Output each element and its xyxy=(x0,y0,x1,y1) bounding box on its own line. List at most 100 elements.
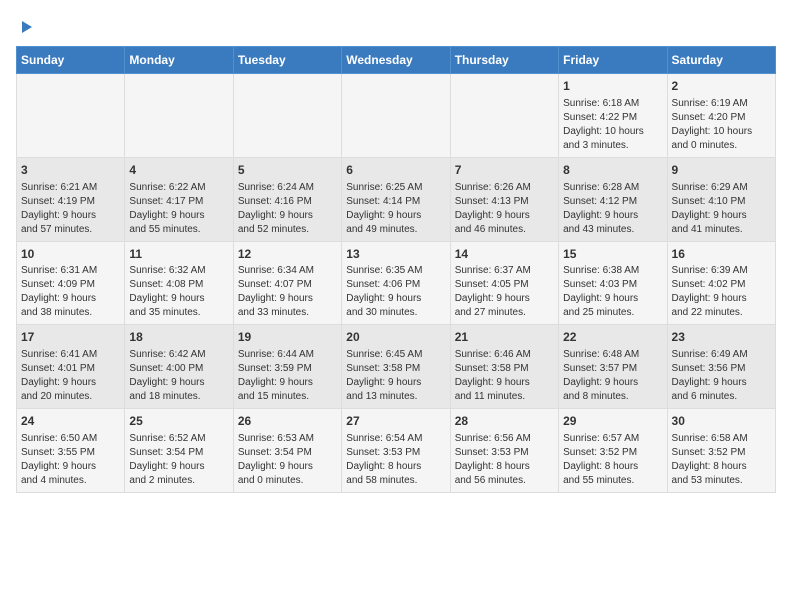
header-sunday: Sunday xyxy=(17,47,125,74)
day-number: 6 xyxy=(346,162,445,179)
day-info: Sunrise: 6:18 AMSunset: 4:22 PMDaylight:… xyxy=(563,97,662,153)
calendar-cell: 9 Sunrise: 6:29 AMSunset: 4:10 PMDaylight… xyxy=(667,157,775,241)
day-info: Sunrise: 6:26 AMSunset: 4:13 PMDaylight:… xyxy=(455,181,554,237)
calendar-cell xyxy=(17,74,125,158)
calendar-cell: 4 Sunrise: 6:22 AMSunset: 4:17 PMDaylight… xyxy=(125,157,233,241)
day-info: Sunrise: 6:39 AMSunset: 4:02 PMDaylight:… xyxy=(672,264,771,320)
day-number: 2 xyxy=(672,78,771,95)
day-info: Sunrise: 6:45 AMSunset: 3:58 PMDaylight:… xyxy=(346,348,445,404)
day-number: 29 xyxy=(563,413,662,430)
week-row-1: 3Sunrise: 6:21 AMSunset: 4:19 PMDaylight… xyxy=(17,157,776,241)
calendar-header-row: SundayMondayTuesdayWednesdayThursdayFrid… xyxy=(17,47,776,74)
day-number: 9 xyxy=(672,162,771,179)
header-wednesday: Wednesday xyxy=(342,47,450,74)
day-info: Sunrise: 6:35 AMSunset: 4:06 PMDaylight:… xyxy=(346,264,445,320)
day-number: 7 xyxy=(455,162,554,179)
day-number: 11 xyxy=(129,246,228,263)
day-info: Sunrise: 6:57 AMSunset: 3:52 PMDaylight:… xyxy=(563,432,662,488)
day-number: 22 xyxy=(563,329,662,346)
calendar-cell: 14Sunrise: 6:37 AMSunset: 4:05 PMDayligh… xyxy=(450,241,558,325)
calendar-cell: 3Sunrise: 6:21 AMSunset: 4:19 PMDaylight… xyxy=(17,157,125,241)
day-number: 15 xyxy=(563,246,662,263)
calendar-cell: 8 Sunrise: 6:28 AMSunset: 4:12 PMDaylight… xyxy=(559,157,667,241)
day-info: Sunrise: 6:52 AMSunset: 3:54 PMDaylight:… xyxy=(129,432,228,488)
header-monday: Monday xyxy=(125,47,233,74)
calendar-cell: 18 Sunrise: 6:42 AMSunset: 4:00 PMDayligh… xyxy=(125,325,233,409)
day-info: Sunrise: 6:53 AMSunset: 3:54 PMDaylight:… xyxy=(238,432,337,488)
page-header xyxy=(16,16,776,38)
day-info: Sunrise: 6:38 AMSunset: 4:03 PMDaylight:… xyxy=(563,264,662,320)
day-info: Sunrise: 6:42 AMSunset: 4:00 PMDaylight:… xyxy=(129,348,228,404)
day-number: 5 xyxy=(238,162,337,179)
day-number: 8 xyxy=(563,162,662,179)
day-number: 23 xyxy=(672,329,771,346)
calendar-cell xyxy=(125,74,233,158)
day-info: Sunrise: 6:19 AMSunset: 4:20 PMDaylight:… xyxy=(672,97,771,153)
day-info: Sunrise: 6:49 AMSunset: 3:56 PMDaylight:… xyxy=(672,348,771,404)
day-info: Sunrise: 6:28 AMSunset: 4:12 PMDaylight:… xyxy=(563,181,662,237)
day-info: Sunrise: 6:48 AMSunset: 3:57 PMDaylight:… xyxy=(563,348,662,404)
header-thursday: Thursday xyxy=(450,47,558,74)
day-info: Sunrise: 6:41 AMSunset: 4:01 PMDaylight:… xyxy=(21,348,120,404)
day-number: 19 xyxy=(238,329,337,346)
day-number: 24 xyxy=(21,413,120,430)
day-info: Sunrise: 6:22 AMSunset: 4:17 PMDaylight:… xyxy=(129,181,228,237)
day-number: 21 xyxy=(455,329,554,346)
day-info: Sunrise: 6:37 AMSunset: 4:05 PMDaylight:… xyxy=(455,264,554,320)
day-number: 30 xyxy=(672,413,771,430)
day-info: Sunrise: 6:54 AMSunset: 3:53 PMDaylight:… xyxy=(346,432,445,488)
calendar-cell: 15Sunrise: 6:38 AMSunset: 4:03 PMDayligh… xyxy=(559,241,667,325)
calendar-cell: 26Sunrise: 6:53 AMSunset: 3:54 PMDayligh… xyxy=(233,409,341,493)
calendar-cell: 6 Sunrise: 6:25 AMSunset: 4:14 PMDaylight… xyxy=(342,157,450,241)
calendar-cell: 16Sunrise: 6:39 AMSunset: 4:02 PMDayligh… xyxy=(667,241,775,325)
week-row-0: 1 Sunrise: 6:18 AMSunset: 4:22 PMDaylight… xyxy=(17,74,776,158)
calendar-cell: 19 Sunrise: 6:44 AMSunset: 3:59 PMDayligh… xyxy=(233,325,341,409)
day-number: 16 xyxy=(672,246,771,263)
day-number: 12 xyxy=(238,246,337,263)
calendar-cell xyxy=(342,74,450,158)
calendar-cell: 22 Sunrise: 6:48 AMSunset: 3:57 PMDayligh… xyxy=(559,325,667,409)
day-info: Sunrise: 6:50 AMSunset: 3:55 PMDaylight:… xyxy=(21,432,120,488)
calendar-cell: 27Sunrise: 6:54 AMSunset: 3:53 PMDayligh… xyxy=(342,409,450,493)
header-tuesday: Tuesday xyxy=(233,47,341,74)
calendar-cell: 11Sunrise: 6:32 AMSunset: 4:08 PMDayligh… xyxy=(125,241,233,325)
week-row-3: 17 Sunrise: 6:41 AMSunset: 4:01 PMDayligh… xyxy=(17,325,776,409)
calendar-cell: 29 Sunrise: 6:57 AMSunset: 3:52 PMDayligh… xyxy=(559,409,667,493)
calendar-cell: 7 Sunrise: 6:26 AMSunset: 4:13 PMDaylight… xyxy=(450,157,558,241)
day-number: 14 xyxy=(455,246,554,263)
day-info: Sunrise: 6:21 AMSunset: 4:19 PMDaylight:… xyxy=(21,181,120,237)
day-info: Sunrise: 6:25 AMSunset: 4:14 PMDaylight:… xyxy=(346,181,445,237)
calendar-cell: 1 Sunrise: 6:18 AMSunset: 4:22 PMDaylight… xyxy=(559,74,667,158)
week-row-2: 10Sunrise: 6:31 AMSunset: 4:09 PMDayligh… xyxy=(17,241,776,325)
calendar-cell: 20 Sunrise: 6:45 AMSunset: 3:58 PMDayligh… xyxy=(342,325,450,409)
day-number: 1 xyxy=(563,78,662,95)
header-friday: Friday xyxy=(559,47,667,74)
day-number: 4 xyxy=(129,162,228,179)
day-info: Sunrise: 6:46 AMSunset: 3:58 PMDaylight:… xyxy=(455,348,554,404)
day-info: Sunrise: 6:58 AMSunset: 3:52 PMDaylight:… xyxy=(672,432,771,488)
calendar-cell: 2 Sunrise: 6:19 AMSunset: 4:20 PMDaylight… xyxy=(667,74,775,158)
day-number: 28 xyxy=(455,413,554,430)
day-number: 18 xyxy=(129,329,228,346)
calendar-cell: 25 Sunrise: 6:52 AMSunset: 3:54 PMDayligh… xyxy=(125,409,233,493)
day-number: 20 xyxy=(346,329,445,346)
day-number: 17 xyxy=(21,329,120,346)
day-info: Sunrise: 6:31 AMSunset: 4:09 PMDaylight:… xyxy=(21,264,120,320)
day-number: 13 xyxy=(346,246,445,263)
calendar-cell: 21 Sunrise: 6:46 AMSunset: 3:58 PMDayligh… xyxy=(450,325,558,409)
calendar-cell: 10Sunrise: 6:31 AMSunset: 4:09 PMDayligh… xyxy=(17,241,125,325)
day-info: Sunrise: 6:29 AMSunset: 4:10 PMDaylight:… xyxy=(672,181,771,237)
day-info: Sunrise: 6:34 AMSunset: 4:07 PMDaylight:… xyxy=(238,264,337,320)
calendar-cell xyxy=(450,74,558,158)
calendar-cell: 17 Sunrise: 6:41 AMSunset: 4:01 PMDayligh… xyxy=(17,325,125,409)
calendar-table: SundayMondayTuesdayWednesdayThursdayFrid… xyxy=(16,46,776,493)
calendar-cell: 12Sunrise: 6:34 AMSunset: 4:07 PMDayligh… xyxy=(233,241,341,325)
calendar-cell: 23 Sunrise: 6:49 AMSunset: 3:56 PMDayligh… xyxy=(667,325,775,409)
day-info: Sunrise: 6:44 AMSunset: 3:59 PMDaylight:… xyxy=(238,348,337,404)
day-info: Sunrise: 6:24 AMSunset: 4:16 PMDaylight:… xyxy=(238,181,337,237)
calendar-cell: 5 Sunrise: 6:24 AMSunset: 4:16 PMDaylight… xyxy=(233,157,341,241)
calendar-cell xyxy=(233,74,341,158)
day-info: Sunrise: 6:32 AMSunset: 4:08 PMDaylight:… xyxy=(129,264,228,320)
day-number: 25 xyxy=(129,413,228,430)
calendar-cell: 30 Sunrise: 6:58 AMSunset: 3:52 PMDayligh… xyxy=(667,409,775,493)
